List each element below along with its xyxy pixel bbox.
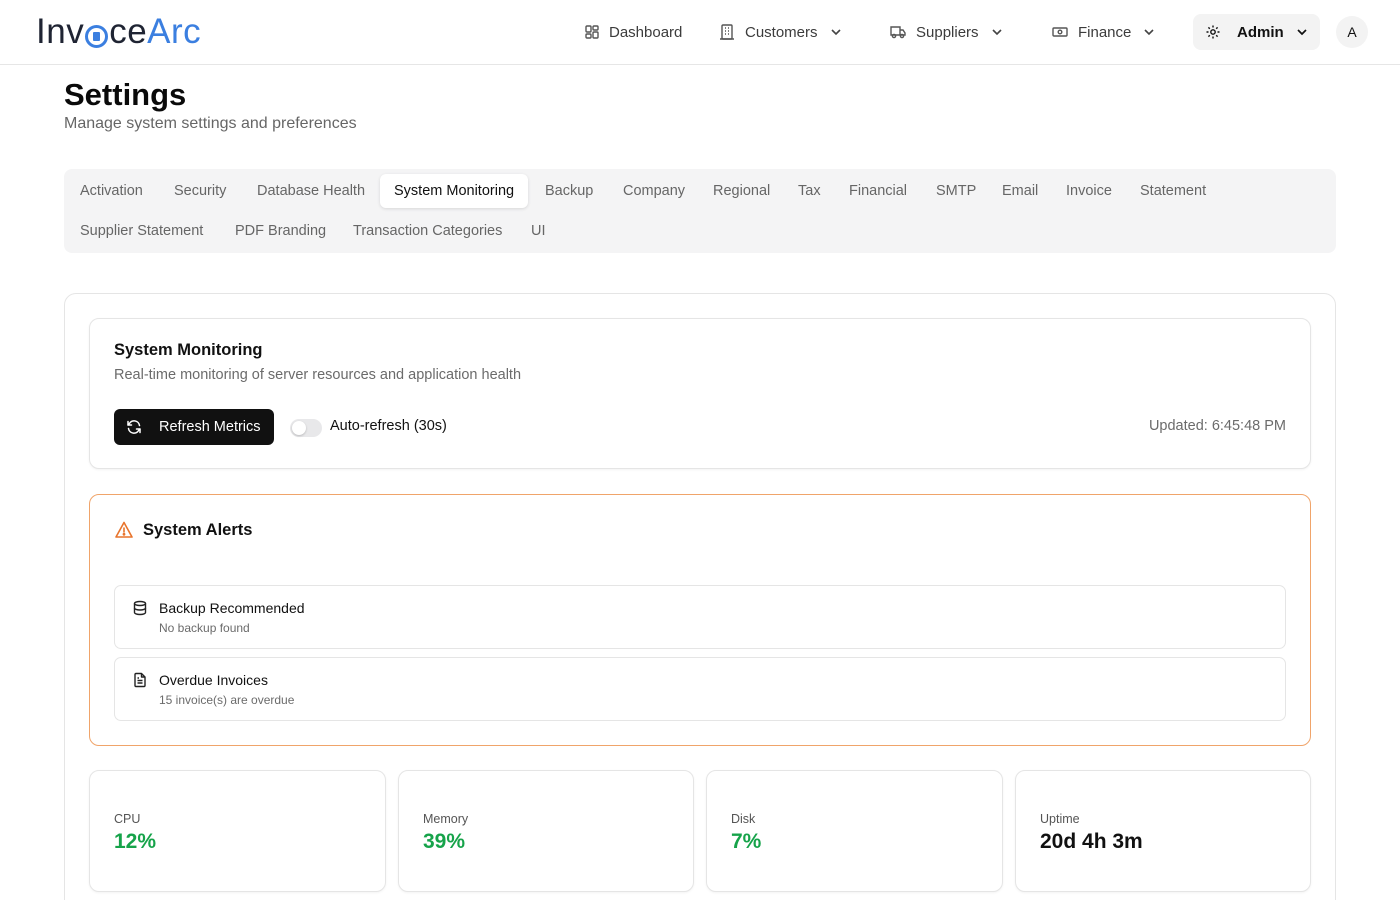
nav-customers-label: Customers bbox=[745, 23, 818, 41]
database-icon bbox=[133, 600, 147, 616]
tab-smtp[interactable]: SMTP bbox=[922, 174, 990, 208]
nav-finance-label: Finance bbox=[1078, 23, 1132, 41]
warning-triangle-icon bbox=[115, 521, 133, 538]
nav-suppliers[interactable]: Suppliers bbox=[889, 18, 1003, 46]
tab-activation[interactable]: Activation bbox=[66, 174, 157, 208]
nav-admin-label: Admin bbox=[1237, 23, 1284, 41]
metric-card-memory: Memory 39% bbox=[398, 770, 694, 892]
tab-pdf-branding[interactable]: PDF Branding bbox=[221, 214, 340, 248]
tab-email[interactable]: Email bbox=[988, 174, 1052, 208]
alert-description: 15 invoice(s) are overdue bbox=[159, 693, 295, 707]
logo-text-inv: Inv bbox=[36, 12, 85, 51]
top-navigation-bar: Inv ice ce Arc Dashboard Customers Suppl… bbox=[0, 0, 1400, 65]
tab-tax[interactable]: Tax bbox=[784, 174, 835, 208]
auto-refresh-toggle[interactable] bbox=[290, 419, 322, 437]
tab-invoice[interactable]: Invoice bbox=[1052, 174, 1126, 208]
metric-label: Memory bbox=[423, 812, 469, 826]
tab-financial[interactable]: Financial bbox=[835, 174, 921, 208]
truck-icon bbox=[890, 26, 906, 39]
tab-system-monitoring[interactable]: System Monitoring bbox=[380, 174, 529, 208]
chevron-down-icon bbox=[991, 29, 1002, 36]
building-icon bbox=[720, 24, 734, 40]
nav-finance[interactable]: Finance bbox=[1051, 18, 1155, 46]
logo-receipt-icon bbox=[85, 24, 109, 48]
nav-dashboard-label: Dashboard bbox=[609, 23, 683, 41]
logo-text-arc: Arc bbox=[147, 12, 202, 51]
system-monitoring-title: System Monitoring bbox=[114, 341, 263, 359]
banknote-icon bbox=[1052, 27, 1068, 37]
alert-description: No backup found bbox=[159, 621, 250, 635]
invoicearc-logo[interactable]: Inv ice ce Arc bbox=[36, 12, 201, 52]
auto-refresh-label: Auto-refresh (30s) bbox=[330, 418, 447, 434]
refresh-metrics-button[interactable]: Refresh Metrics bbox=[114, 409, 274, 445]
metric-card-disk: Disk 7% bbox=[706, 770, 1003, 892]
tab-regional[interactable]: Regional bbox=[699, 174, 784, 208]
tab-backup[interactable]: Backup bbox=[531, 174, 607, 208]
gear-icon bbox=[1206, 25, 1220, 39]
metric-card-cpu: CPU 12% bbox=[89, 770, 386, 892]
tab-transaction-categories[interactable]: Transaction Categories bbox=[339, 214, 516, 248]
system-alerts-header: System Alerts bbox=[114, 520, 252, 540]
page-subtitle: Manage system settings and preferences bbox=[64, 115, 357, 132]
nav-dashboard[interactable]: Dashboard bbox=[584, 18, 682, 46]
tab-security[interactable]: Security bbox=[160, 174, 240, 208]
alert-title: Backup Recommended bbox=[159, 600, 305, 616]
system-monitoring-description: Real-time monitoring of server resources… bbox=[114, 367, 522, 383]
alert-item: Backup Recommended No backup found bbox=[114, 585, 1286, 649]
user-avatar[interactable]: A bbox=[1336, 16, 1368, 48]
metric-value: 12% bbox=[114, 830, 157, 853]
nav-customers[interactable]: Customers bbox=[718, 18, 842, 46]
refresh-icon bbox=[127, 420, 141, 434]
last-updated-timestamp: Updated: 6:45:48 PM bbox=[1148, 418, 1286, 434]
chevron-down-icon bbox=[1144, 29, 1154, 36]
alert-title: Overdue Invoices bbox=[159, 672, 268, 688]
dashboard-icon bbox=[585, 25, 599, 39]
metric-value: 39% bbox=[423, 830, 466, 853]
system-monitoring-card bbox=[89, 318, 1311, 469]
tab-ui[interactable]: UI bbox=[517, 214, 560, 248]
tab-company[interactable]: Company bbox=[609, 174, 699, 208]
refresh-metrics-label: Refresh Metrics bbox=[159, 419, 261, 435]
metric-label: Disk bbox=[731, 812, 756, 826]
page-title: Settings bbox=[64, 77, 187, 112]
chevron-down-icon bbox=[1297, 29, 1307, 36]
tab-supplier-statement[interactable]: Supplier Statement bbox=[66, 214, 217, 248]
settings-tabs: Activation Security Database Health Syst… bbox=[64, 169, 1336, 253]
system-alerts-title: System Alerts bbox=[143, 520, 253, 539]
chevron-down-icon bbox=[830, 29, 841, 36]
metric-card-uptime: Uptime 20d 4h 3m bbox=[1015, 770, 1311, 892]
alert-item: Overdue Invoices 15 invoice(s) are overd… bbox=[114, 657, 1286, 721]
tab-database-health[interactable]: Database Health bbox=[243, 174, 379, 208]
tab-statement[interactable]: Statement bbox=[1126, 174, 1220, 208]
nav-admin-menu[interactable]: Admin bbox=[1193, 14, 1320, 50]
metric-label: Uptime bbox=[1040, 812, 1080, 826]
metric-value: 20d 4h 3m bbox=[1040, 830, 1143, 853]
logo-text-ce: ce bbox=[109, 12, 148, 51]
file-text-icon bbox=[134, 672, 146, 688]
nav-suppliers-label: Suppliers bbox=[916, 23, 979, 41]
metric-label: CPU bbox=[114, 812, 141, 826]
metric-value: 7% bbox=[731, 830, 762, 853]
